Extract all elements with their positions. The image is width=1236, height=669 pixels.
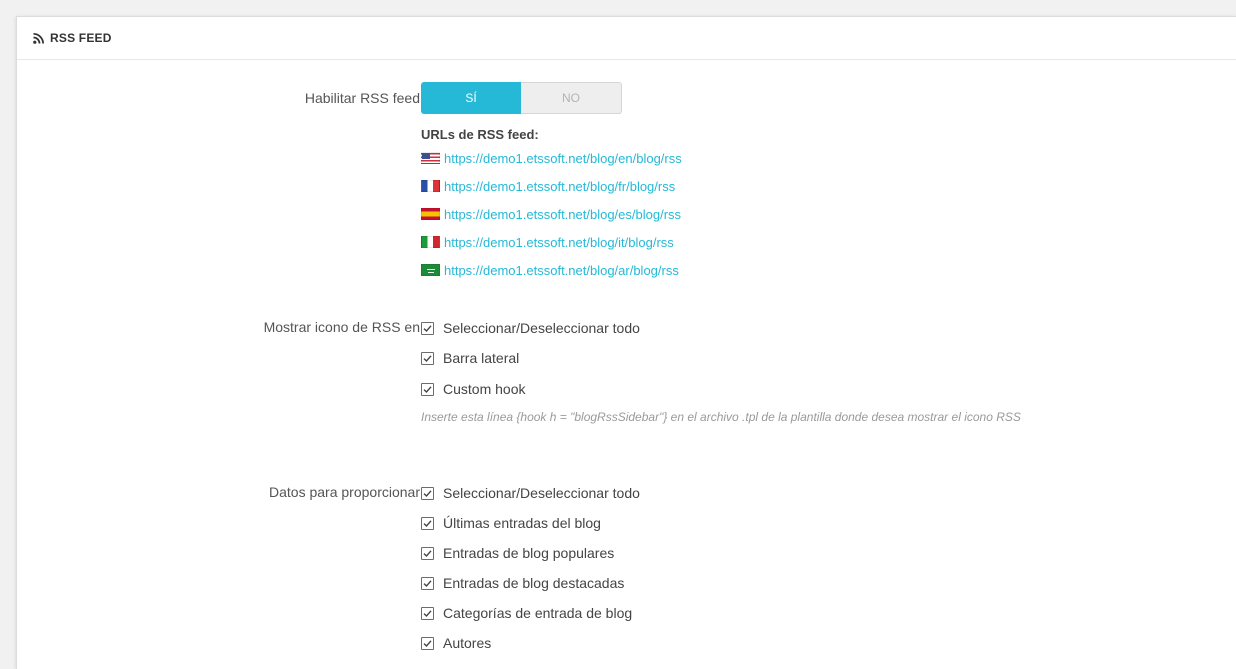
data-authors-checkbox[interactable]: Autores <box>421 633 491 653</box>
show-icon-select-all-checkbox[interactable]: Seleccionar/Deseleccionar todo <box>421 318 640 338</box>
data-latest-posts-checkbox[interactable]: Últimas entradas del blog <box>421 513 601 533</box>
enable-rss-yes-option[interactable]: SÍ <box>421 82 521 114</box>
data-select-all-checkbox[interactable]: Seleccionar/Deseleccionar todo <box>421 483 640 503</box>
enable-rss-label: Habilitar RSS feed <box>304 90 420 106</box>
checkbox-label: Barra lateral <box>443 350 520 366</box>
it-flag-icon <box>421 236 440 248</box>
rss-icon <box>33 32 44 44</box>
data-featured-posts-checkbox[interactable]: Entradas de blog destacadas <box>421 573 624 593</box>
show-icon-custom-hook-checkbox[interactable]: Custom hook <box>421 379 525 399</box>
checkbox-checked-icon <box>421 576 434 590</box>
checkbox-label: Entradas de blog destacadas <box>443 575 625 591</box>
rss-feed-panel: RSS FEED Habilitar RSS feed SÍ NO URLs d… <box>16 16 1236 669</box>
checkbox-checked-icon <box>421 546 434 560</box>
show-icon-sidebar-checkbox[interactable]: Barra lateral <box>421 348 519 368</box>
fr-flag-icon <box>421 180 440 192</box>
enable-rss-switch[interactable]: SÍ NO <box>421 82 622 114</box>
checkbox-label: Custom hook <box>443 381 526 397</box>
checkbox-label: Últimas entradas del blog <box>443 515 601 531</box>
rss-url-item[interactable]: https://demo1.etssoft.net/blog/ar/blog/r… <box>421 260 679 280</box>
data-provide-label: Datos para proporcionar <box>269 484 420 500</box>
show-icon-label: Mostrar icono de RSS en <box>263 319 420 335</box>
data-popular-posts-checkbox[interactable]: Entradas de blog populares <box>421 543 614 563</box>
enable-rss-no-option[interactable]: NO <box>521 82 622 114</box>
rss-url-link-en[interactable]: https://demo1.etssoft.net/blog/en/blog/r… <box>444 151 682 166</box>
checkbox-checked-icon <box>421 516 434 530</box>
checkbox-checked-icon <box>421 351 434 365</box>
custom-hook-hint: Inserte esta línea {hook h = "blogRssSid… <box>421 410 1021 424</box>
checkbox-checked-icon <box>421 606 434 620</box>
panel-header: RSS FEED <box>17 17 1236 60</box>
checkbox-label: Seleccionar/Deseleccionar todo <box>443 485 640 501</box>
es-flag-icon <box>421 208 440 220</box>
data-categories-checkbox[interactable]: Categorías de entrada de blog <box>421 603 632 623</box>
checkbox-checked-icon <box>421 382 434 396</box>
checkbox-label: Autores <box>443 635 492 651</box>
rss-url-link-fr[interactable]: https://demo1.etssoft.net/blog/fr/blog/r… <box>444 179 675 194</box>
rss-urls-title: URLs de RSS feed: <box>421 127 539 142</box>
rss-url-link-ar[interactable]: https://demo1.etssoft.net/blog/ar/blog/r… <box>444 263 679 278</box>
rss-url-item[interactable]: https://demo1.etssoft.net/blog/it/blog/r… <box>421 232 674 252</box>
sa-flag-icon <box>421 264 440 276</box>
rss-url-item[interactable]: https://demo1.etssoft.net/blog/fr/blog/r… <box>421 176 675 196</box>
checkbox-label: Entradas de blog populares <box>443 545 615 561</box>
checkbox-checked-icon <box>421 486 434 500</box>
panel-title: RSS FEED <box>50 31 112 45</box>
checkbox-checked-icon <box>421 636 434 650</box>
rss-url-item[interactable]: https://demo1.etssoft.net/blog/en/blog/r… <box>421 148 682 168</box>
rss-url-item[interactable]: https://demo1.etssoft.net/blog/es/blog/r… <box>421 204 681 224</box>
checkbox-label: Seleccionar/Deseleccionar todo <box>443 320 640 336</box>
us-flag-icon <box>421 152 440 164</box>
rss-url-link-it[interactable]: https://demo1.etssoft.net/blog/it/blog/r… <box>444 235 674 250</box>
rss-url-link-es[interactable]: https://demo1.etssoft.net/blog/es/blog/r… <box>444 207 681 222</box>
checkbox-label: Categorías de entrada de blog <box>443 605 633 621</box>
checkbox-checked-icon <box>421 321 434 335</box>
